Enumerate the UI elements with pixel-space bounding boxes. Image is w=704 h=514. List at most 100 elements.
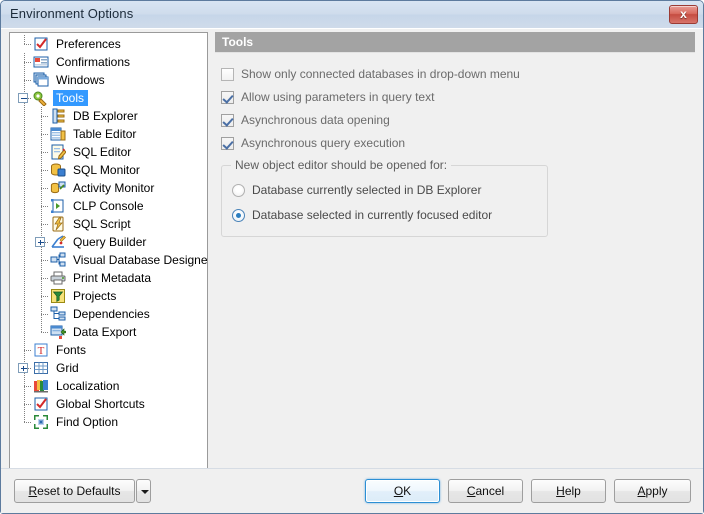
windows-icon <box>33 72 51 88</box>
tree-item-label: Preferences <box>56 37 121 51</box>
tree-item-activity-monitor[interactable]: Activity Monitor <box>10 179 207 197</box>
confirmations-icon <box>33 54 51 70</box>
tree-item-db-explorer[interactable]: DB Explorer <box>10 107 207 125</box>
groupbox-legend: New object editor should be opened for: <box>231 158 452 172</box>
tree-guide <box>16 161 33 179</box>
checkbox-label: Asynchronous query execution <box>241 136 406 150</box>
tree-item-projects[interactable]: Projects <box>10 287 207 305</box>
tree-guide <box>16 197 33 215</box>
checkbox-label: Asynchronous data opening <box>241 113 390 127</box>
tree-connector <box>16 35 33 53</box>
checkbox-checked-icon[interactable] <box>221 90 234 104</box>
tree-item-dependencies[interactable]: Dependencies <box>10 305 207 323</box>
tree-item-print-metadata[interactable]: Print Metadata <box>10 269 207 287</box>
db-explorer-icon <box>50 108 68 124</box>
radio-selected-icon[interactable] <box>232 208 245 222</box>
tree-connector <box>33 197 50 215</box>
close-window-button[interactable]: x <box>669 5 698 24</box>
tree-expander-plus-icon[interactable] <box>35 237 45 247</box>
tree-item-fonts[interactable]: T Fonts <box>10 341 207 359</box>
tree-item-sql-monitor[interactable]: SQL Monitor <box>10 161 207 179</box>
tree-guide <box>16 287 33 305</box>
tree-item-table-editor[interactable]: Table Editor <box>10 125 207 143</box>
visual-database-designer-icon <box>50 252 68 268</box>
tree-guide <box>16 269 33 287</box>
tree-item-label: Table Editor <box>73 127 137 141</box>
tree-connector <box>33 233 50 251</box>
radio-row-0[interactable]: Database currently selected in DB Explor… <box>232 183 481 197</box>
tree-guide <box>16 251 33 269</box>
tree-expander-minus-icon[interactable] <box>18 93 28 103</box>
tree-item-sql-editor[interactable]: SQL Editor <box>10 143 207 161</box>
localization-icon <box>33 378 51 394</box>
tree-item-data-export[interactable]: Data Export <box>10 323 207 341</box>
tree-connector <box>16 377 33 395</box>
tree-item-label: Localization <box>56 379 120 393</box>
sql-editor-icon <box>50 144 68 160</box>
dialog-body: Preferences Confirmations Windows Tools DB E… <box>1 28 703 513</box>
tree-item-visual-database-designer[interactable]: Visual Database Designer <box>10 251 207 269</box>
tree-guide <box>16 179 33 197</box>
tree-guide <box>16 215 33 233</box>
checkbox-checked-icon[interactable] <box>221 113 234 127</box>
tree-connector <box>16 359 33 377</box>
tree-item-label: Projects <box>73 289 117 303</box>
tree-item-grid[interactable]: Grid <box>10 359 207 377</box>
reset-to-defaults-dropdown-button[interactable] <box>136 479 151 503</box>
tree-item-query-builder[interactable]: Query Builder <box>10 233 207 251</box>
tree-connector <box>16 413 33 431</box>
tree-item-tools[interactable]: Tools <box>10 89 207 107</box>
radio-row-1[interactable]: Database selected in currently focused e… <box>232 208 492 222</box>
tree-guide <box>16 143 33 161</box>
reset-to-defaults-label: Reset to Defaults <box>28 484 121 498</box>
tree-item-confirmations[interactable]: Confirmations <box>10 53 207 71</box>
dialog-footer: Reset to Defaults OK Cancel Help Apply <box>1 468 703 513</box>
tree-item-label: SQL Editor <box>73 145 132 159</box>
cancel-label: Cancel <box>466 484 505 498</box>
help-label: Help <box>556 484 581 498</box>
tree-item-label: Query Builder <box>73 235 147 249</box>
checkbox-row-2[interactable]: Asynchronous data opening <box>221 113 390 127</box>
title-bar[interactable]: Environment Options x <box>1 1 703 28</box>
apply-button[interactable]: Apply <box>614 479 691 503</box>
tree-item-label: Dependencies <box>73 307 150 321</box>
tree-item-preferences[interactable]: Preferences <box>10 35 207 53</box>
window-title: Environment Options <box>10 6 134 21</box>
footer-separator <box>1 468 703 469</box>
tree-item-label: Print Metadata <box>73 271 152 285</box>
cancel-button[interactable]: Cancel <box>448 479 523 503</box>
help-button[interactable]: Help <box>531 479 606 503</box>
radio-unselected-icon[interactable] <box>232 183 245 197</box>
tree-connector <box>33 215 50 233</box>
checkbox-checked-icon[interactable] <box>221 136 234 150</box>
sql-script-icon <box>50 216 68 232</box>
tree-item-sql-script[interactable]: SQL Script <box>10 215 207 233</box>
tree-item-localization[interactable]: Localization <box>10 377 207 395</box>
tree-item-label: CLP Console <box>73 199 144 213</box>
tree-item-label: Tools <box>53 90 89 106</box>
tree-item-label: Find Option <box>56 415 119 429</box>
checkbox-row-0[interactable]: Show only connected databases in drop-do… <box>221 67 520 81</box>
tree-item-label: Data Export <box>73 325 137 339</box>
svg-text:T: T <box>38 345 45 357</box>
tree-item-global-shortcuts[interactable]: Global Shortcuts <box>10 395 207 413</box>
reset-to-defaults-button[interactable]: Reset to Defaults <box>14 479 135 503</box>
tree-item-label: Fonts <box>56 343 87 357</box>
tree-item-label: SQL Monitor <box>73 163 140 177</box>
apply-label: Apply <box>637 484 668 498</box>
environment-options-dialog: Environment Options x Preferences Confirm… <box>0 0 704 514</box>
tree-item-find-option[interactable]: Find Option <box>10 413 207 431</box>
checkbox-label: Allow using parameters in query text <box>241 90 435 104</box>
new-object-editor-groupbox: New object editor should be opened for: … <box>221 158 548 237</box>
ok-button[interactable]: OK <box>365 479 440 503</box>
tree-expander-plus-icon[interactable] <box>18 363 28 373</box>
tree-item-windows[interactable]: Windows <box>10 71 207 89</box>
checkbox-row-1[interactable]: Allow using parameters in query text <box>221 90 434 104</box>
options-tree[interactable]: Preferences Confirmations Windows Tools DB E… <box>9 32 208 469</box>
tree-item-clp-console[interactable]: CLP Console <box>10 197 207 215</box>
tree-connector <box>16 71 33 89</box>
tree-item-label: Windows <box>56 73 105 87</box>
tree-connector <box>33 161 50 179</box>
checkbox-unchecked-icon[interactable] <box>221 67 234 81</box>
checkbox-row-3[interactable]: Asynchronous query execution <box>221 136 405 150</box>
